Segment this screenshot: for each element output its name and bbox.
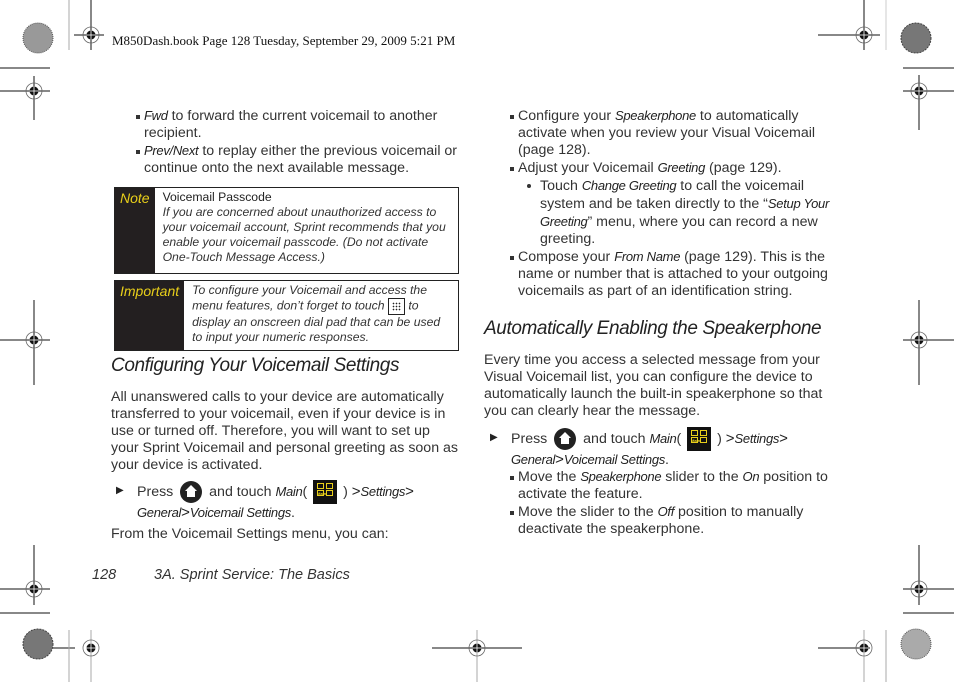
path-voicemail-settings: Voicemail Settings xyxy=(563,452,665,467)
list-item: Move the slider to the Off position to m… xyxy=(510,503,840,538)
paren: ) xyxy=(343,483,348,500)
list-item: Adjust your Voicemail Greeting (page 129… xyxy=(510,159,840,177)
and-touch-text: and touch xyxy=(583,430,646,447)
star-target-bottom-left xyxy=(22,628,54,660)
crop-mark-left-1 xyxy=(0,67,50,120)
main-icon-caption: Main xyxy=(691,438,701,443)
crop-mark-right-2 xyxy=(903,300,954,385)
term: Greeting xyxy=(657,160,706,175)
crop-mark-bottom-right xyxy=(818,630,887,682)
speakerphone-sub-list: Move the Speakerphone slider to the On p… xyxy=(510,468,840,538)
paragraph-text: All unanswered calls to your device are … xyxy=(111,389,459,473)
note-content: Voicemail Passcode If you are concerned … xyxy=(154,188,458,273)
term: Off xyxy=(657,504,675,519)
term: On xyxy=(742,469,760,484)
item-text: slider to the xyxy=(661,469,743,485)
right-bullet-list: Configure your Speakerphone to automatic… xyxy=(510,107,840,300)
left-bullet-list: Fwd to forward the current voicemail to … xyxy=(136,107,461,177)
term: Fwd xyxy=(144,108,168,123)
note-box: Note Voicemail Passcode If you are conce… xyxy=(114,187,459,274)
section-heading-configuring: Configuring Your Voicemail Settings xyxy=(111,355,400,376)
and-touch-text: and touch xyxy=(209,483,272,500)
crop-mark-right-3 xyxy=(903,545,954,614)
arrow-bullet-icon: ▶ xyxy=(490,432,498,443)
item-text: Move the slider to the xyxy=(518,504,658,520)
path-settings: Settings xyxy=(360,483,406,499)
paragraph-text: From the Voicemail Settings menu, you ca… xyxy=(111,526,389,542)
note-label: Note xyxy=(115,188,155,273)
important-content: To configure your Voicemail and access t… xyxy=(184,281,458,350)
sub-list-item: Touch Change Greeting to call the voicem… xyxy=(527,177,840,248)
page-number: 128 xyxy=(92,567,117,583)
separator: > xyxy=(725,429,735,447)
item-text: to forward the current voicemail to anot… xyxy=(144,108,438,141)
outro-text: From the Voicemail Settings menu, you ca… xyxy=(111,526,461,543)
item-text: Adjust your Voicemail xyxy=(518,160,658,176)
crop-mark-right-1 xyxy=(903,67,954,130)
section-heading-speakerphone: Automatically Enabling the Speakerphone xyxy=(484,318,822,339)
term: Change Greeting xyxy=(581,178,677,193)
list-item: Compose your From Name (page 129). This … xyxy=(510,248,840,300)
print-slug: M850Dash.book Page 128 Tuesday, Septembe… xyxy=(112,33,456,48)
paren: ( xyxy=(302,483,308,500)
separator: > xyxy=(351,482,361,500)
separator: > xyxy=(405,482,414,500)
path-general: General xyxy=(137,505,182,520)
instruction-step: ▶ Press and touch Main( Main ) >Settings… xyxy=(490,427,841,469)
note-body: If you are concerned about unauthorized … xyxy=(162,205,446,264)
path-settings: Settings xyxy=(734,430,780,446)
separator: > xyxy=(555,451,564,468)
path-general: General xyxy=(511,452,556,467)
important-box: Important To configure your Voicemail an… xyxy=(114,280,459,351)
item-text: Touch xyxy=(540,178,582,194)
list-item: Prev/Next to replay either the previous … xyxy=(136,142,461,177)
important-label: Important xyxy=(115,281,185,350)
star-target-top-left xyxy=(22,22,54,54)
press-text: Press xyxy=(137,483,174,500)
term: Speakerphone xyxy=(580,469,662,484)
crop-mark-top-right xyxy=(818,0,887,50)
section-title: 3A. Sprint Service: The Basics xyxy=(154,567,350,583)
list-item: Fwd to forward the current voicemail to … xyxy=(136,107,461,142)
intro-paragraph: All unanswered calls to your device are … xyxy=(111,389,461,474)
crop-mark-top-left xyxy=(74,0,104,50)
period: . xyxy=(664,452,669,468)
paragraph-text: Every time you access a selected message… xyxy=(484,352,823,419)
separator: > xyxy=(181,504,190,521)
list-item: Move the Speakerphone slider to the On p… xyxy=(510,468,840,503)
term: Speakerphone xyxy=(615,108,696,123)
star-target-bottom-right xyxy=(900,628,932,660)
item-text: Compose your xyxy=(518,249,615,265)
item-text: Configure your xyxy=(518,108,615,124)
note-title: Voicemail Passcode xyxy=(162,190,272,204)
term: From Name xyxy=(614,249,681,264)
dot-bullet-icon xyxy=(527,184,531,188)
press-text: Press xyxy=(511,430,548,447)
main-menu-icon: Main xyxy=(313,480,338,504)
main-icon-caption: Main xyxy=(317,491,327,496)
arrow-bullet-icon: ▶ xyxy=(116,485,124,496)
separator: > xyxy=(779,429,788,447)
dialpad-icon xyxy=(387,298,405,315)
item-text: (page 129). xyxy=(705,160,782,176)
crop-mark-left-2 xyxy=(0,300,50,385)
period: . xyxy=(290,505,295,521)
home-icon xyxy=(554,428,577,450)
instruction-step: ▶ Press and touch Main( Main ) >Settings… xyxy=(116,480,467,522)
star-target-top-right xyxy=(900,22,932,54)
main-menu-icon: Main xyxy=(687,427,712,451)
crop-mark-left-3 xyxy=(0,545,50,614)
paren: ( xyxy=(676,430,682,447)
speakerphone-paragraph: Every time you access a selected message… xyxy=(484,352,834,420)
crop-mark-bottom-center xyxy=(432,630,522,682)
item-text: Move the xyxy=(518,469,581,485)
main-label: Main xyxy=(649,430,677,446)
main-label: Main xyxy=(275,483,303,499)
paren: ) xyxy=(717,430,722,447)
term: Prev/Next xyxy=(144,143,199,158)
path-voicemail-settings: Voicemail Settings xyxy=(189,505,291,520)
home-icon xyxy=(180,481,203,503)
list-item: Configure your Speakerphone to automatic… xyxy=(510,107,840,159)
